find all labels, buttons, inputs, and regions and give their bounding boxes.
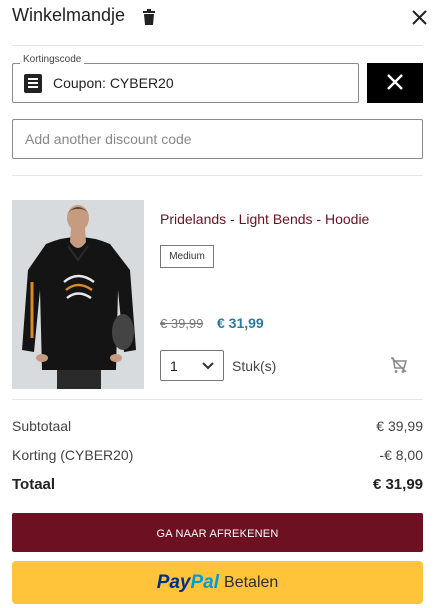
paypal-logo-pal: Pal	[190, 571, 220, 593]
discount-value: -€ 8,00	[379, 447, 423, 463]
product-image[interactable]	[12, 200, 144, 389]
section-divider	[12, 175, 423, 176]
quantity-select[interactable]: 1	[160, 350, 224, 381]
close-icon	[387, 73, 403, 90]
cart-remove-icon[interactable]	[390, 357, 408, 374]
quantity-value: 1	[170, 358, 178, 374]
total-label: Totaal	[12, 476, 56, 493]
discounted-price: € 31,99	[217, 315, 264, 331]
paypal-button-label: Betalen	[224, 573, 279, 591]
coupon-field-label: Kortingscode	[20, 54, 85, 65]
hoodie-product-photo	[12, 200, 144, 389]
remove-coupon-button[interactable]	[367, 63, 423, 103]
quantity-unit-label: Stuk(s)	[232, 358, 277, 374]
discount-code-input[interactable]	[12, 119, 423, 159]
paypal-button-content: Pay Pal Betalen	[12, 561, 423, 604]
summary-divider	[12, 399, 423, 400]
close-icon[interactable]	[407, 3, 433, 29]
cart-title: Winkelmandje	[12, 5, 126, 25]
product-name-link[interactable]: Pridelands - Light Bends - Hoodie	[160, 211, 369, 227]
size-badge: Medium	[160, 245, 214, 268]
checkout-button-label: GA NAAR AFREKENEN	[156, 528, 279, 540]
coupon-document-icon	[24, 74, 42, 93]
subtotal-label: Subtotaal	[12, 418, 72, 434]
applied-coupon-field: Coupon: CYBER20	[12, 63, 359, 103]
trash-icon[interactable]	[142, 9, 156, 25]
checkout-button[interactable]: GA NAAR AFREKENEN	[12, 513, 423, 552]
paypal-checkout-button[interactable]: Pay Pal Betalen	[12, 561, 423, 604]
original-price: € 39,99	[160, 316, 204, 331]
cart-header: Winkelmandje	[0, 0, 437, 38]
chevron-down-icon	[202, 362, 214, 370]
header-divider	[12, 45, 423, 46]
discount-label: Korting (CYBER20)	[12, 447, 134, 463]
paypal-logo-pay: Pay	[156, 571, 191, 593]
subtotal-value: € 39,99	[376, 418, 423, 434]
total-value: € 31,99	[372, 476, 423, 493]
applied-coupon-text: Coupon: CYBER20	[53, 75, 174, 91]
